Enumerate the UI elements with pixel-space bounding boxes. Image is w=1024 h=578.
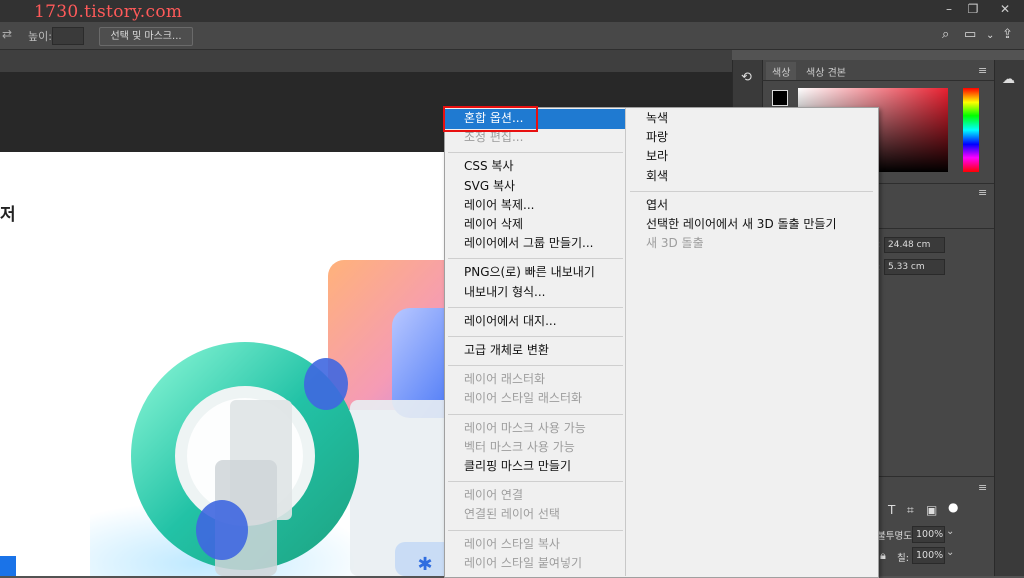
menu-item[interactable]: 레이어에서 그룹 만들기... <box>464 234 593 253</box>
menu-item[interactable]: 보라 <box>646 147 668 166</box>
restore-button[interactable]: ❐ <box>958 0 988 20</box>
creative-cloud-icon[interactable]: ☁ <box>1002 72 1015 87</box>
menu-item[interactable]: 레이어 복제... <box>464 196 534 215</box>
menu-item[interactable]: 회색 <box>646 167 668 186</box>
menu-item[interactable]: 연결된 레이어 선택 <box>464 505 560 524</box>
menu-item[interactable]: SVG 복사 <box>464 177 515 196</box>
height-label: 높이: <box>28 30 52 43</box>
menu-item[interactable]: CSS 복사 <box>464 157 514 176</box>
workspace-icon[interactable]: ▭ <box>964 27 976 42</box>
panel-menu-icon[interactable]: ≡ <box>978 64 987 77</box>
fill-label: 칠: <box>897 553 909 564</box>
document-heading-fragment: 저 <box>0 205 16 225</box>
menu-separator <box>448 258 623 260</box>
menu-item[interactable]: 고급 개체로 변환 <box>464 341 549 360</box>
tab-swatches[interactable]: 색상 견본 <box>800 62 852 81</box>
height-input[interactable] <box>52 27 84 45</box>
document-blue-element <box>0 556 16 576</box>
filter-toggle-icon[interactable]: ● <box>948 500 958 514</box>
opacity-label: 불투명도: <box>877 531 916 542</box>
smart-object-filter-icon[interactable]: ▣ <box>926 503 937 517</box>
menu-separator <box>448 413 623 415</box>
lock-icon[interactable]: 🔒︎ <box>880 549 886 563</box>
chevron-down-icon[interactable]: ⌄ <box>946 547 954 558</box>
chevron-down-icon[interactable]: ⌄ <box>986 30 994 41</box>
menu-separator <box>448 152 623 154</box>
menu-item[interactable]: 녹색 <box>646 109 668 128</box>
panel-menu-icon[interactable]: ≡ <box>978 481 987 494</box>
document-tab-strip <box>0 50 732 72</box>
swap-icon[interactable]: ⇄ <box>2 27 12 41</box>
menu-item[interactable]: 선택한 레이어에서 새 3D 돌출 만들기 <box>646 215 837 234</box>
menu-item[interactable]: 클리핑 마스크 만들기 <box>464 457 571 476</box>
menu-item[interactable]: 레이어 마스크 사용 가능 <box>464 419 586 438</box>
menu-item[interactable]: 내보내기 형식... <box>464 283 546 302</box>
menu-item[interactable]: 레이어 연결 <box>464 486 523 505</box>
svg-text:✱: ✱ <box>417 554 432 575</box>
menu-separator <box>448 365 623 367</box>
shape-layer-filter-icon[interactable]: ⌗ <box>907 503 914 518</box>
right-panel-strip: ☁ <box>994 60 1024 576</box>
width-field[interactable]: 24.48 cm <box>884 237 945 253</box>
menu-item[interactable]: 벡터 마스크 사용 가능 <box>464 438 575 457</box>
fill-field[interactable]: 100% <box>912 547 945 564</box>
menu-separator <box>630 190 873 192</box>
history-icon[interactable]: ⟲ <box>741 70 752 85</box>
select-and-mask-button[interactable]: 선택 및 마스크... <box>99 27 193 46</box>
search-icon[interactable]: ⌕ <box>942 27 949 42</box>
menu-item[interactable]: 파랑 <box>646 128 668 147</box>
menu-column-divider <box>625 108 626 576</box>
share-icon[interactable]: ⇪ <box>1002 27 1013 42</box>
opacity-field[interactable]: 100% <box>912 526 945 543</box>
menu-separator <box>448 306 623 308</box>
tab-color[interactable]: 색상 <box>766 62 797 81</box>
type-layer-filter-icon[interactable]: T <box>888 503 895 517</box>
close-button[interactable]: ✕ <box>990 0 1020 20</box>
panel-menu-icon[interactable]: ≡ <box>978 186 987 199</box>
annotation-highlight-box <box>443 106 538 132</box>
menu-item[interactable]: 레이어 래스터화 <box>464 370 545 389</box>
chevron-down-icon[interactable]: ⌄ <box>946 526 954 537</box>
menu-item[interactable]: 레이어 스타일 복사 <box>464 535 560 554</box>
menu-item[interactable]: 레이어 스타일 붙여넣기 <box>464 554 582 573</box>
hue-slider[interactable] <box>963 88 979 172</box>
foreground-color-swatch[interactable] <box>772 90 788 106</box>
height-field[interactable]: 5.33 cm <box>884 259 945 275</box>
menu-separator <box>448 481 623 483</box>
menu-item[interactable]: 레이어에서 대지... <box>464 312 557 331</box>
menu-separator <box>448 529 623 531</box>
menu-item[interactable]: 엽서 <box>646 196 668 215</box>
menu-item[interactable]: 레이어 스타일 래스터화 <box>464 389 582 408</box>
watermark-text: 1730.tistory.com <box>34 2 183 22</box>
menu-item[interactable]: 레이어 삭제 <box>464 215 523 234</box>
menu-item[interactable]: PNG으(로) 빠른 내보내기 <box>464 263 595 282</box>
menu-separator <box>448 336 623 337</box>
menu-item[interactable]: 새 3D 돌출 <box>646 234 704 253</box>
panel-divider <box>762 80 994 81</box>
